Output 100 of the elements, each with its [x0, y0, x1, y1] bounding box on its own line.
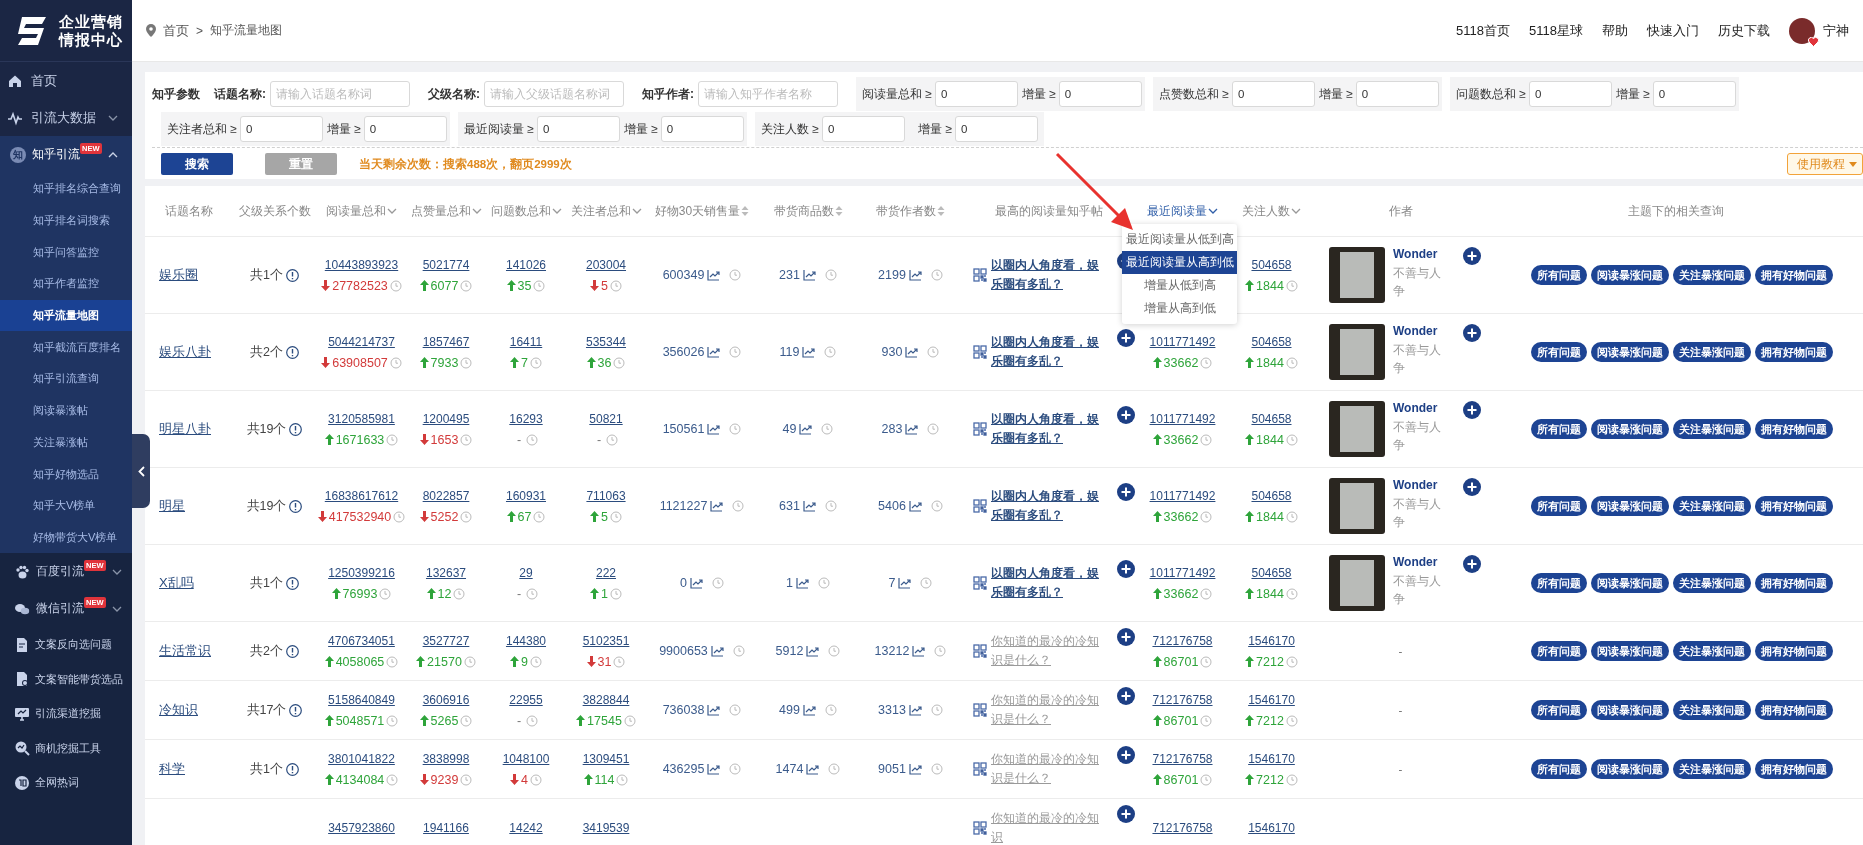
metric-link[interactable]: 5044214737	[328, 334, 395, 349]
collapse-handle[interactable]	[132, 434, 150, 508]
metric-link[interactable]: 1011771492	[1149, 488, 1216, 503]
query-button[interactable]: 阅读暴涨问题	[1590, 573, 1669, 593]
follow-add-icon[interactable]	[1463, 324, 1481, 342]
number-input[interactable]: 0	[363, 116, 447, 142]
author-name[interactable]: Wonder	[1393, 324, 1447, 338]
metric-link[interactable]: 1941166	[423, 821, 469, 835]
query-button[interactable]: 关注暴涨问题	[1672, 759, 1751, 779]
sidebar-subitem[interactable]: 知乎作者监控	[0, 268, 132, 300]
number-input[interactable]: 0	[1231, 81, 1315, 107]
add-icon[interactable]	[1117, 687, 1135, 705]
metric-link[interactable]: 504658	[1251, 334, 1292, 349]
metric-link[interactable]: 5158640849	[328, 692, 395, 707]
sidebar-item[interactable]: 引流大数据	[0, 99, 132, 136]
metric-link[interactable]: 5102351	[582, 633, 630, 648]
topic-link[interactable]: X乱吗	[159, 574, 194, 592]
metric-link[interactable]: 222	[595, 565, 616, 580]
number-input[interactable]: 0	[1528, 81, 1612, 107]
add-icon[interactable]	[1117, 329, 1135, 347]
top-nav-link[interactable]: 历史下载	[1718, 21, 1770, 40]
topic-link[interactable]: 科学	[159, 760, 185, 778]
sidebar-subitem[interactable]: 知乎排名综合查询	[0, 173, 132, 205]
top-nav-link[interactable]: 5118首页	[1456, 21, 1511, 40]
query-button[interactable]: 阅读暴涨问题	[1590, 700, 1669, 720]
sidebar-item[interactable]: 商机挖掘工具	[0, 730, 132, 766]
query-button[interactable]: 关注暴涨问题	[1672, 700, 1751, 720]
add-icon[interactable]	[1117, 805, 1135, 823]
query-button[interactable]: 所有问题	[1530, 496, 1587, 516]
metric-link[interactable]: 504658	[1251, 565, 1292, 580]
query-button[interactable]: 拥有好物问题	[1754, 342, 1833, 362]
sidebar-subitem[interactable]: 知乎截流百度排名	[0, 331, 132, 364]
query-button[interactable]: 所有问题	[1530, 573, 1587, 593]
metric-link[interactable]: 3419539	[582, 821, 630, 835]
number-input[interactable]: 0	[1652, 81, 1736, 107]
number-input[interactable]: 0	[660, 116, 744, 142]
metric-link[interactable]: 712176758	[1152, 751, 1213, 766]
query-button[interactable]: 所有问题	[1530, 759, 1587, 779]
number-input[interactable]: 0	[934, 81, 1018, 107]
column-header[interactable]: 关注者总和	[570, 202, 631, 220]
metric-link[interactable]: 144380	[505, 633, 546, 648]
user-name[interactable]: 宁神	[1823, 21, 1849, 40]
top-nav-link[interactable]: 快速入门	[1647, 21, 1699, 40]
number-input[interactable]: 0	[239, 116, 323, 142]
sidebar-item[interactable]: 引流渠道挖掘	[0, 696, 132, 731]
number-input[interactable]: 0	[955, 116, 1038, 142]
sidebar-subitem[interactable]: 知乎问答监控	[0, 236, 132, 269]
topic-link[interactable]: 娱乐圈	[159, 266, 198, 284]
metric-link[interactable]: 1011771492	[1149, 565, 1216, 580]
query-button[interactable]: 所有问题	[1530, 641, 1587, 661]
topic-link[interactable]: 娱乐八卦	[159, 343, 211, 361]
metric-link[interactable]: 1011771492	[1149, 411, 1216, 426]
column-header[interactable]: 好物30天销售量	[654, 202, 741, 220]
query-button[interactable]: 拥有好物问题	[1754, 759, 1833, 779]
sort-option[interactable]: 最近阅读量从低到高	[1122, 228, 1237, 251]
column-header[interactable]: 问题数总和	[490, 202, 551, 220]
sidebar-subitem[interactable]: 好物带货大V榜单	[0, 521, 132, 554]
metric-link[interactable]: 203004	[585, 257, 626, 272]
metric-link[interactable]: 14242	[509, 821, 543, 835]
metric-link[interactable]: 10443893923	[324, 257, 399, 272]
query-button[interactable]: 阅读暴涨问题	[1590, 641, 1669, 661]
add-icon[interactable]	[1117, 483, 1135, 501]
text-input[interactable]: 请输入父级话题名称词	[484, 81, 624, 107]
column-header[interactable]: 最近阅读量	[1147, 202, 1207, 220]
metric-link[interactable]: 3606916	[422, 692, 470, 707]
post-link[interactable]: 以圈内人角度看，娱乐圈有多乱？	[991, 410, 1105, 448]
metric-link[interactable]: 50821	[589, 411, 623, 426]
metric-link[interactable]: 1048100	[502, 751, 550, 766]
metric-link[interactable]: 16838617612	[324, 488, 399, 503]
metric-link[interactable]: 22955	[509, 692, 543, 707]
metric-link[interactable]: 16293	[509, 411, 543, 426]
follow-add-icon[interactable]	[1463, 247, 1481, 265]
topic-link[interactable]: 生活常识	[159, 642, 211, 660]
post-link[interactable]: 以圈内人角度看，娱乐圈有多乱？	[991, 487, 1105, 525]
add-icon[interactable]	[1117, 628, 1135, 646]
metric-link[interactable]: 712176758	[1152, 821, 1213, 835]
query-button[interactable]: 拥有好物问题	[1754, 496, 1833, 516]
query-button[interactable]: 关注暴涨问题	[1672, 265, 1751, 285]
metric-link[interactable]: 711063	[586, 488, 626, 503]
column-header[interactable]: 带货商品数	[773, 202, 834, 220]
metric-link[interactable]: 3838998	[422, 751, 470, 766]
number-input[interactable]: 0	[1058, 81, 1142, 107]
add-icon[interactable]	[1117, 560, 1135, 578]
sidebar-subitem[interactable]: 知乎好物选品	[0, 458, 132, 490]
text-input[interactable]: 请输入话题名称词	[270, 81, 410, 107]
sidebar-item[interactable]: 首页	[0, 62, 132, 99]
metric-link[interactable]: 5021774	[422, 257, 470, 272]
author-name[interactable]: Wonder	[1393, 401, 1447, 415]
metric-link[interactable]: 3801041822	[328, 751, 395, 766]
query-button[interactable]: 阅读暴涨问题	[1590, 759, 1669, 779]
metric-link[interactable]: 1011771492	[1149, 334, 1216, 349]
author-name[interactable]: Wonder	[1393, 555, 1447, 569]
number-input[interactable]: 0	[821, 116, 905, 142]
number-input[interactable]: 0	[536, 116, 620, 142]
author-name[interactable]: Wonder	[1393, 478, 1447, 492]
search-button[interactable]: 搜索	[161, 153, 233, 175]
sort-option[interactable]: 增量从低到高	[1122, 274, 1237, 297]
sidebar-subitem[interactable]: 知乎大V榜单	[0, 489, 132, 522]
metric-link[interactable]: 8022857	[422, 488, 470, 503]
query-button[interactable]: 阅读暴涨问题	[1590, 496, 1669, 516]
